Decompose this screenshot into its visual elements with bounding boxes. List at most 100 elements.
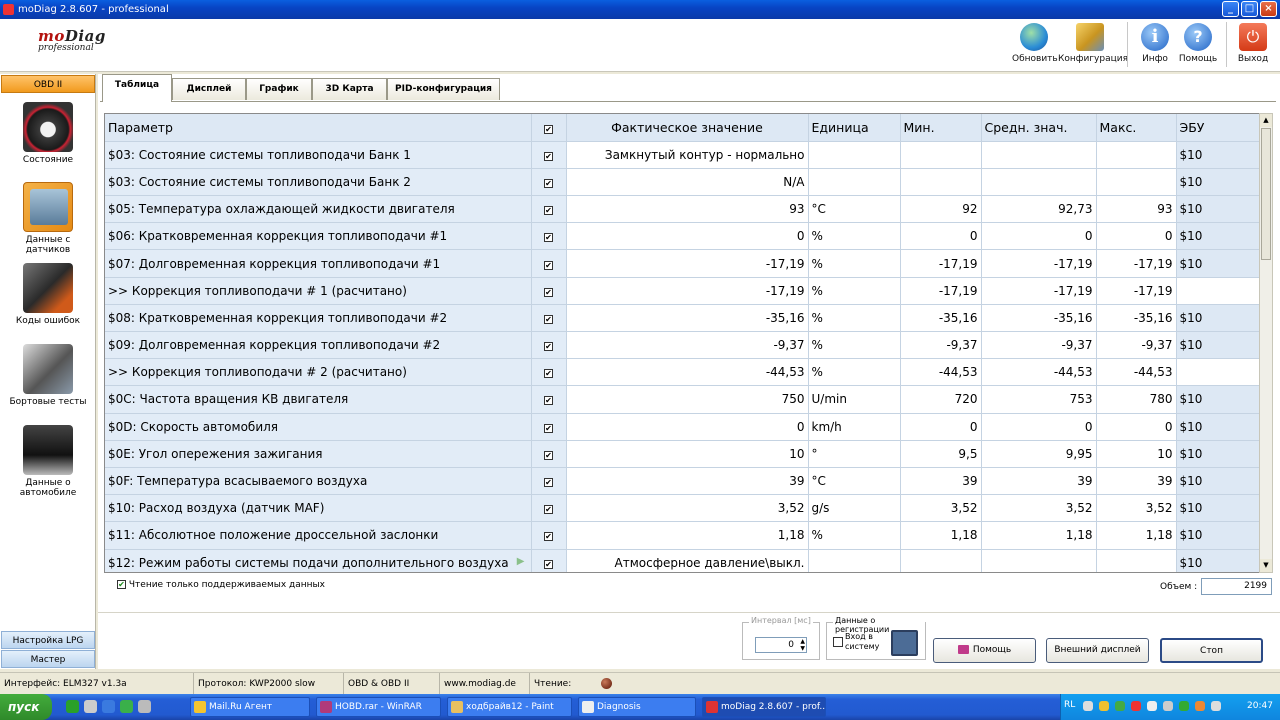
- sidebar-header-obd[interactable]: OBD II: [1, 75, 95, 93]
- row-checkbox[interactable]: ✔: [544, 178, 553, 188]
- quicklaunch-icon[interactable]: [84, 700, 97, 713]
- supported-only-option[interactable]: ✔ Чтение только поддерживаемых данных: [117, 580, 325, 590]
- language-indicator[interactable]: RL: [1064, 700, 1075, 710]
- row-checkbox[interactable]: ✔: [544, 478, 553, 488]
- tab-table[interactable]: Таблица: [102, 74, 172, 102]
- exit-button[interactable]: ⏻ Выход: [1234, 21, 1272, 64]
- row-checkbox[interactable]: ✔: [544, 260, 553, 270]
- exit-label: Выход: [1237, 54, 1269, 64]
- tray-icon[interactable]: [1163, 701, 1173, 711]
- row-checkbox[interactable]: ✔: [544, 532, 553, 542]
- taskbar-item-winrar[interactable]: HOBD.rar - WinRAR: [316, 697, 441, 717]
- spinner-arrows-icon[interactable]: ▲ ▼: [800, 638, 805, 652]
- tab-graph[interactable]: График: [246, 78, 312, 100]
- row-checkbox[interactable]: ✔: [544, 233, 553, 243]
- quicklaunch-icon[interactable]: [120, 700, 133, 713]
- close-button[interactable]: ×: [1260, 1, 1277, 17]
- taskbar-item-paint[interactable]: ходбрайв12 - Paint: [447, 697, 572, 717]
- play-arrow-icon[interactable]: ▶: [517, 556, 525, 567]
- stop-button[interactable]: Стоп: [1160, 638, 1263, 663]
- row-checkbox[interactable]: ✔: [544, 206, 553, 216]
- tab-3d-map[interactable]: 3D Карта: [312, 78, 387, 100]
- table-row[interactable]: $07: Долговременная коррекция топливопод…: [105, 249, 1259, 278]
- scroll-thumb[interactable]: [1261, 128, 1271, 260]
- table-row[interactable]: $08: Кратковременная коррекция топливопо…: [105, 304, 1259, 333]
- start-button[interactable]: пуск: [0, 694, 52, 720]
- tray-icon[interactable]: [1211, 701, 1221, 711]
- sidebar-item-onboard-tests[interactable]: Бортовые тесты: [2, 344, 94, 407]
- table-row[interactable]: $10: Расход воздуха (датчик MAF) ✔ 3,52 g/s…: [105, 494, 1259, 523]
- col-check[interactable]: ✔: [531, 114, 567, 142]
- col-unit[interactable]: Единица: [808, 114, 901, 142]
- taskbar-item-diagnosis[interactable]: Diagnosis: [578, 697, 696, 717]
- interval-spinner[interactable]: 0 ▲ ▼: [755, 637, 807, 653]
- tab-display[interactable]: Дисплей: [172, 78, 246, 100]
- row-checkbox[interactable]: ✔: [544, 342, 553, 352]
- table-row[interactable]: $0C: Частота вращения КВ двигателя ✔ 750 U/…: [105, 385, 1259, 414]
- maximize-button[interactable]: □: [1241, 1, 1258, 17]
- table-row[interactable]: $0E: Угол опережения зажигания ✔ 10 ° 9,5 9,9…: [105, 440, 1259, 468]
- row-checkbox[interactable]: ✔: [544, 505, 553, 515]
- table-row[interactable]: $0F: Температура всасываемого воздуха ✔ 39…: [105, 467, 1259, 496]
- header-checkbox[interactable]: ✔: [544, 124, 553, 134]
- quicklaunch-icon[interactable]: [138, 700, 151, 713]
- table-row[interactable]: $03: Состояние системы топливоподачи Бан…: [105, 141, 1259, 169]
- row-checkbox[interactable]: ✔: [544, 287, 553, 297]
- supported-only-checkbox[interactable]: ✔: [117, 580, 126, 589]
- tray-icon[interactable]: [1131, 701, 1141, 711]
- table-row[interactable]: >> Коррекция топливоподачи # 2 (расчитан…: [105, 358, 1259, 387]
- login-checkbox[interactable]: [833, 637, 843, 647]
- tab-pid-config[interactable]: PID-конфигурация: [387, 78, 500, 100]
- save-disk-icon[interactable]: [891, 630, 918, 656]
- table-row[interactable]: $0D: Скорость автомобиля ✔ 0 km/h 0 0 0 $10: [105, 413, 1259, 441]
- minimize-button[interactable]: _: [1222, 1, 1239, 17]
- tray-icon[interactable]: [1115, 701, 1125, 711]
- sidebar-item-sensor-data[interactable]: Данные с датчиков: [2, 182, 94, 255]
- tray-icon[interactable]: [1147, 701, 1157, 711]
- row-checkbox[interactable]: ✔: [544, 151, 553, 161]
- info-button[interactable]: i Инфо: [1136, 21, 1174, 64]
- tray-icon[interactable]: [1083, 701, 1093, 711]
- sidebar-item-vehicle-data[interactable]: Данные о автомобиле: [2, 425, 94, 498]
- sidebar-wizard[interactable]: Мастер: [1, 650, 95, 668]
- table-row[interactable]: $05: Температура охлаждающей жидкости дв…: [105, 195, 1259, 224]
- col-avg[interactable]: Средн. знач.: [981, 114, 1097, 142]
- row-checkbox[interactable]: ✔: [544, 450, 553, 460]
- row-checkbox[interactable]: ✔: [544, 423, 553, 433]
- help-toolbar-button[interactable]: ? Помощь: [1178, 21, 1218, 64]
- table-row[interactable]: $12: Режим работы системы подачи дополни…: [105, 549, 1259, 572]
- sidebar-item-error-codes[interactable]: Коды ошибок: [2, 263, 94, 326]
- quicklaunch-icon[interactable]: [102, 700, 115, 713]
- col-ecu[interactable]: ЭБУ: [1176, 114, 1259, 142]
- col-min[interactable]: Мин.: [900, 114, 982, 142]
- taskbar-item-modiag[interactable]: moDiag 2.8.607 - prof...: [702, 697, 826, 717]
- sidebar-lpg-settings[interactable]: Настройка LPG: [1, 631, 95, 649]
- row-checkbox[interactable]: ✔: [544, 314, 553, 324]
- table-row[interactable]: $09: Долговременная коррекция топливопод…: [105, 331, 1259, 360]
- external-display-button[interactable]: Внешний дисплей: [1046, 638, 1149, 663]
- volume-field[interactable]: 2199: [1201, 578, 1272, 595]
- table-row[interactable]: $11: Абсолютное положение дроссельной за…: [105, 521, 1259, 550]
- scroll-up-arrow[interactable]: ▲: [1260, 114, 1272, 127]
- tray-icon[interactable]: [1195, 701, 1205, 711]
- table-scrollbar[interactable]: ▲ ▼: [1259, 113, 1273, 573]
- row-checkbox[interactable]: ✔: [544, 396, 553, 406]
- quicklaunch-icon[interactable]: [66, 700, 79, 713]
- sidebar-item-status[interactable]: Состояние: [2, 102, 94, 165]
- configuration-button[interactable]: Конфигурация: [1058, 21, 1128, 64]
- tray-icon[interactable]: [1099, 701, 1109, 711]
- tray-icon[interactable]: [1179, 701, 1189, 711]
- sensor-data-table[interactable]: Параметр ✔ Фактическое значение Единица …: [104, 113, 1260, 573]
- row-checkbox[interactable]: ✔: [544, 559, 553, 569]
- help-button[interactable]: Помощь: [933, 638, 1036, 663]
- table-row[interactable]: $03: Состояние системы топливоподачи Бан…: [105, 168, 1259, 197]
- row-checkbox[interactable]: ✔: [544, 369, 553, 379]
- col-actual[interactable]: Фактическое значение: [566, 114, 809, 142]
- table-row[interactable]: $06: Кратковременная коррекция топливопо…: [105, 222, 1259, 251]
- taskbar-item-mailru[interactable]: Mail.Ru Агент: [190, 697, 310, 717]
- refresh-button[interactable]: Обновить: [1012, 21, 1058, 64]
- col-max[interactable]: Макс.: [1096, 114, 1177, 142]
- scroll-down-arrow[interactable]: ▼: [1260, 559, 1272, 572]
- col-param[interactable]: Параметр: [105, 114, 532, 142]
- table-row[interactable]: >> Коррекция топливоподачи # 1 (расчитан…: [105, 277, 1259, 305]
